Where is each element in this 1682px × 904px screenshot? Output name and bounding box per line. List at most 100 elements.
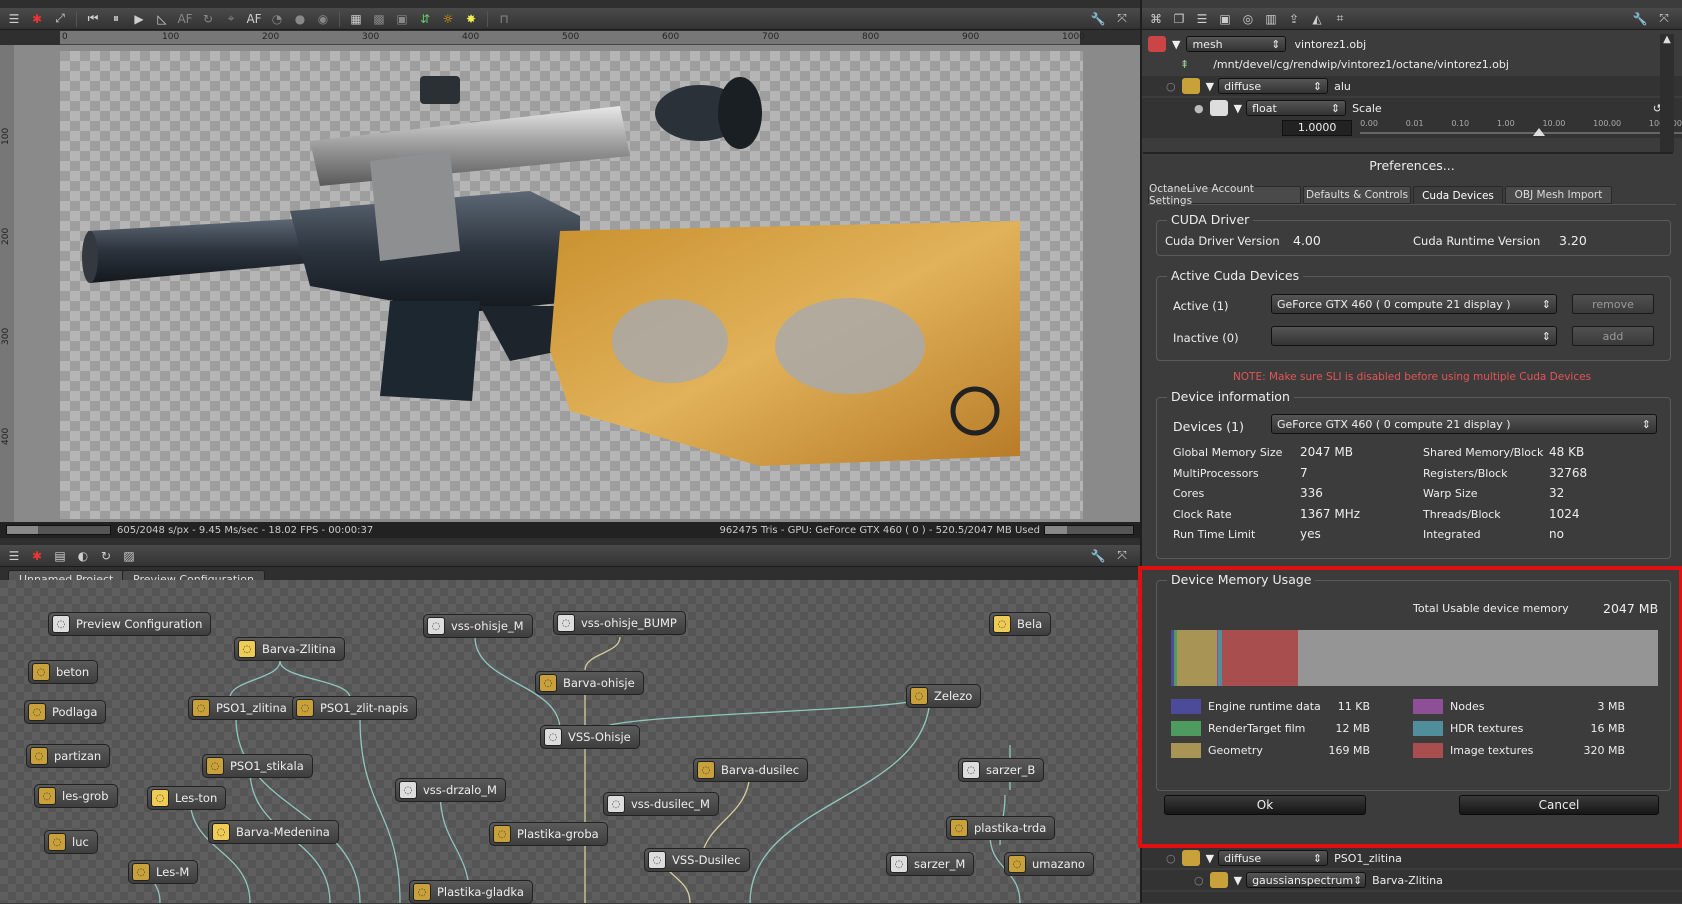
inspector-wrench-icon[interactable]: 🔧 bbox=[1630, 10, 1650, 28]
graph-node[interactable]: ◌ vss-dusilec_M bbox=[603, 792, 719, 816]
film-icon[interactable]: ▥ bbox=[1261, 10, 1281, 28]
tab-defaults-controls[interactable]: Defaults & Controls bbox=[1303, 186, 1411, 204]
bottom-material-combo[interactable]: diffuse ⇕ bbox=[1218, 850, 1329, 866]
graph-node[interactable]: ◌ umazano bbox=[1004, 852, 1094, 876]
sphere-alt-icon[interactable]: ◉ bbox=[313, 10, 333, 28]
graph-node[interactable]: ◌ Bela bbox=[989, 612, 1052, 636]
list-icon[interactable]: ☰ bbox=[1192, 10, 1212, 28]
rotate-icon[interactable]: ↻ bbox=[198, 10, 218, 28]
graph-node[interactable]: ◌ sarzer_B bbox=[958, 758, 1045, 782]
graph-reset-icon[interactable]: ✱ bbox=[27, 547, 47, 565]
inactive-device-combo[interactable]: ⇕ bbox=[1271, 326, 1557, 346]
graph-node[interactable]: ◌ PSO1_zlit-napis bbox=[292, 696, 418, 720]
add-button[interactable]: add bbox=[1572, 326, 1654, 346]
refresh-icon[interactable]: ↻ bbox=[96, 547, 116, 565]
pick-icon[interactable]: ◺ bbox=[152, 10, 172, 28]
graph-node[interactable]: ◌ Podlaga bbox=[24, 700, 107, 724]
inspector-scrollbar[interactable]: ▲ bbox=[1660, 34, 1674, 152]
maximize-icon[interactable]: ⤧ bbox=[1112, 10, 1132, 28]
graph-node[interactable]: ◌ vss-drzalo_M bbox=[395, 778, 506, 802]
graph-icon[interactable]: ⌗ bbox=[1330, 10, 1350, 28]
save-image-icon[interactable]: ⇵ bbox=[415, 10, 435, 28]
export-icon[interactable]: ⇪ bbox=[1284, 10, 1304, 28]
graph-node[interactable]: ◌ vss-ohisje_M bbox=[423, 614, 533, 638]
collapse-arrow-icon[interactable]: ▼ bbox=[1234, 102, 1242, 115]
graph-node[interactable]: ◌ Zelezo bbox=[906, 684, 982, 708]
environment-icon[interactable]: ☼ bbox=[438, 10, 458, 28]
mesh-path[interactable]: /mnt/devel/cg/rendwip/vintorez1/octane/v… bbox=[1213, 58, 1509, 71]
graph-node[interactable]: ◌ partizan bbox=[26, 744, 111, 768]
graph-node[interactable]: ◌ vss-ohisje_BUMP bbox=[553, 611, 686, 635]
splitter[interactable] bbox=[1143, 152, 1673, 154]
spectrum-type-combo[interactable]: gaussianspectrum ⇕ bbox=[1246, 872, 1367, 888]
graph-node[interactable]: ◌ VSS-Dusilec bbox=[644, 848, 750, 872]
pause-icon[interactable]: ⏸ bbox=[106, 10, 126, 28]
collapse-arrow-icon[interactable]: ▼ bbox=[1206, 852, 1214, 865]
file-icon[interactable]: ⇞ bbox=[1180, 58, 1189, 71]
picture-icon[interactable]: ◭ bbox=[1307, 10, 1327, 28]
tab-octanelive-account[interactable]: OctaneLive Account Settings bbox=[1148, 183, 1301, 207]
copy-icon[interactable]: ❐ bbox=[1169, 10, 1189, 28]
graph-node[interactable]: ◌ PSO1_stikala bbox=[202, 754, 313, 778]
graph-node[interactable]: ◌ plastika-trda bbox=[946, 816, 1056, 840]
remove-button[interactable]: remove bbox=[1572, 294, 1654, 314]
load-icon[interactable]: ◐ bbox=[73, 547, 93, 565]
rewind-icon[interactable]: ⏮ bbox=[83, 10, 103, 28]
graph-maximize-icon[interactable]: ⤧ bbox=[1112, 547, 1132, 565]
play-icon[interactable]: ▶ bbox=[129, 10, 149, 28]
collapse-arrow-icon[interactable]: ▼ bbox=[1172, 38, 1180, 51]
graph-wrench-icon[interactable]: 🔧 bbox=[1088, 547, 1108, 565]
image-icon[interactable]: ▣ bbox=[1215, 10, 1235, 28]
graph-node[interactable]: ◌ Preview Configuration bbox=[48, 612, 212, 636]
graph-node[interactable]: ◌ PSO1_zlitina bbox=[188, 696, 296, 720]
mesh-type-combo[interactable]: mesh ⇕ bbox=[1186, 36, 1287, 52]
ok-button[interactable]: Ok bbox=[1164, 795, 1366, 815]
reset-icon[interactable]: ✱ bbox=[27, 10, 47, 28]
graph-node[interactable]: ◌ sarzer_M bbox=[886, 852, 975, 876]
slider-handle[interactable] bbox=[1533, 128, 1546, 136]
graph-node[interactable]: ◌ Plastika-gladka bbox=[409, 880, 533, 904]
graph-node[interactable]: ◌ Les-ton bbox=[147, 786, 227, 810]
autofocus-icon[interactable]: AF bbox=[244, 10, 264, 28]
graph-node[interactable]: ◌ Plastika-groba bbox=[489, 822, 608, 846]
graph-node[interactable]: ◌ luc bbox=[44, 830, 98, 854]
graph-node[interactable]: ◌ beton bbox=[28, 660, 99, 684]
alpha-icon[interactable]: ▩ bbox=[369, 10, 389, 28]
graph-node[interactable]: ◌ VSS-Ohisje bbox=[540, 725, 640, 749]
float-type-combo[interactable]: float ⇕ bbox=[1246, 100, 1347, 116]
scale-value-field[interactable]: 1.0000 bbox=[1282, 120, 1353, 136]
devices-combo[interactable]: GeForce GTX 460 ( 0 compute 21 display )… bbox=[1271, 414, 1657, 434]
collapse-arrow-icon[interactable]: ▼ bbox=[1234, 874, 1242, 887]
focus-icon[interactable]: ⌖ bbox=[221, 10, 241, 28]
material-picker-icon[interactable]: ◔ bbox=[267, 10, 287, 28]
scroll-up-icon[interactable]: ▲ bbox=[1660, 34, 1674, 45]
graph-node[interactable]: ◌ Barva-dusilec bbox=[693, 758, 809, 782]
graph-node[interactable]: ◌ Barva-Medenina bbox=[208, 820, 339, 844]
af-icon[interactable]: AF bbox=[175, 10, 195, 28]
sphere-icon[interactable]: ● bbox=[290, 10, 310, 28]
inspector-maximize-icon[interactable]: ⤧ bbox=[1654, 10, 1674, 28]
cancel-button[interactable]: Cancel bbox=[1459, 795, 1659, 815]
camera-icon[interactable]: ◎ bbox=[1238, 10, 1258, 28]
render-image[interactable] bbox=[60, 51, 1083, 519]
texture-icon[interactable]: ▨ bbox=[119, 547, 139, 565]
active-device-combo[interactable]: GeForce GTX 460 ( 0 compute 21 display )… bbox=[1271, 294, 1557, 314]
graph-menu-icon[interactable]: ☰ bbox=[4, 547, 24, 565]
scale-slider[interactable]: 0.000.010.101.0010.00100.001000.00 bbox=[1360, 119, 1682, 137]
material-type-combo[interactable]: diffuse ⇕ bbox=[1218, 78, 1329, 94]
tab-cuda-devices[interactable]: Cuda Devices bbox=[1413, 186, 1503, 204]
graph-node[interactable]: ◌ Barva-ohisje bbox=[535, 671, 644, 695]
lock-icon[interactable]: ⊓ bbox=[494, 10, 514, 28]
light-icon[interactable]: ✸ bbox=[461, 10, 481, 28]
tab-obj-mesh-import[interactable]: OBJ Mesh Import bbox=[1505, 186, 1612, 204]
region-icon[interactable]: ▦ bbox=[346, 10, 366, 28]
wrench-icon[interactable]: 🔧 bbox=[1088, 10, 1108, 28]
clay-icon[interactable]: ▣ bbox=[392, 10, 412, 28]
inspector-icon[interactable]: ⌘ bbox=[1146, 10, 1166, 28]
save-icon[interactable]: ▤ bbox=[50, 547, 70, 565]
collapse-arrow-icon[interactable]: ▼ bbox=[1206, 80, 1214, 93]
graph-node[interactable]: ◌ les-grob bbox=[34, 784, 118, 808]
graph-node[interactable]: ◌ Barva-Zlitina bbox=[234, 637, 345, 661]
graph-node[interactable]: ◌ Les-M bbox=[128, 860, 199, 884]
render-viewport[interactable] bbox=[14, 45, 1140, 523]
